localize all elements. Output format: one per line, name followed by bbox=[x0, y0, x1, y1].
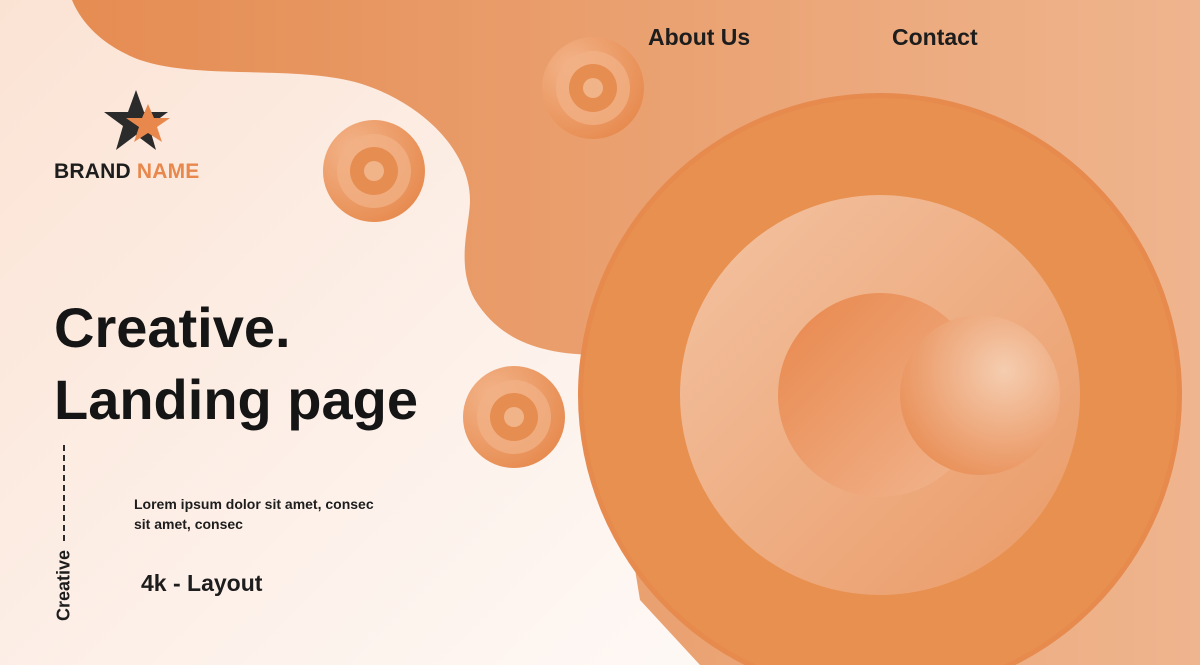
side-label-block: Creative bbox=[52, 445, 76, 627]
brand-name-word1: BRAND bbox=[54, 160, 131, 183]
nav-about-us-link[interactable]: About Us bbox=[648, 24, 750, 51]
nav-contact-link[interactable]: Contact bbox=[892, 24, 978, 51]
dashed-divider bbox=[63, 445, 65, 541]
brand-name-word2: NAME bbox=[136, 160, 200, 183]
brand-name: BRAND NAME bbox=[54, 160, 200, 184]
brand-logo-block[interactable]: BRAND NAME bbox=[54, 88, 254, 188]
hero-title: Creative. Landing page bbox=[54, 292, 418, 436]
layout-label: 4k - Layout bbox=[141, 570, 263, 596]
hero-title-line1: Creative. bbox=[54, 296, 291, 359]
small-circle-bottom bbox=[463, 366, 565, 468]
small-circle-left bbox=[323, 120, 425, 222]
top-navigation: About Us Contact bbox=[0, 24, 1200, 64]
description-line2: sit amet, consec bbox=[134, 516, 243, 532]
big-circle-core bbox=[900, 315, 1060, 475]
description-text: Lorem ipsum dolor sit amet, consec sit a… bbox=[134, 494, 434, 534]
description-line1: Lorem ipsum dolor sit amet, consec bbox=[134, 496, 374, 512]
hero-title-line2: Landing page bbox=[54, 368, 418, 431]
side-label: Creative bbox=[53, 549, 74, 622]
star-icon bbox=[104, 90, 170, 150]
landing-page: About Us Contact BRAND NAME Creative. La… bbox=[0, 0, 1200, 665]
